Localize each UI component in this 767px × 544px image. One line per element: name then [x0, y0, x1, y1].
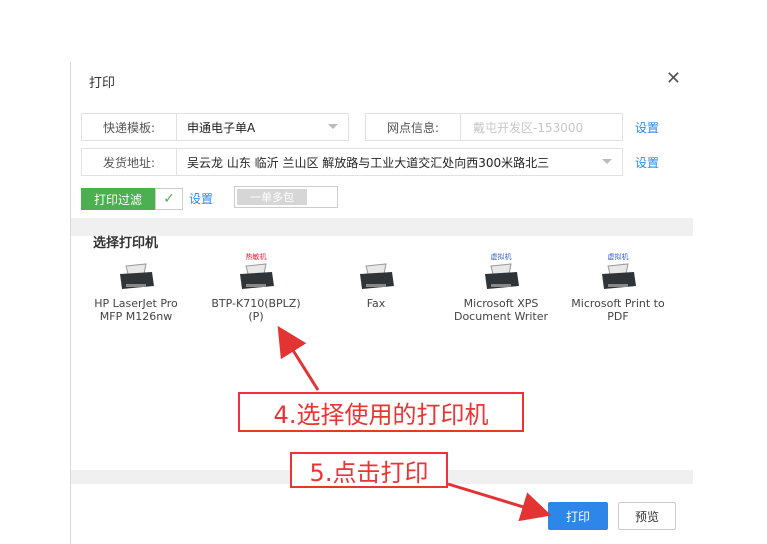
printer-item[interactable]: 虚拟机 Microsoft Print to PDF — [563, 252, 673, 323]
printer-name-line2: Document Writer — [453, 310, 549, 323]
branch-label: 网点信息: — [365, 113, 461, 141]
printer-tag — [321, 252, 431, 262]
printer-item[interactable]: HP LaserJet Pro MFP M126nw — [81, 252, 191, 323]
printer-name-line1: Microsoft Print to — [571, 297, 665, 310]
annotation-step4: 4.选择使用的打印机 — [238, 392, 524, 432]
dialog-title: 打印 — [89, 76, 116, 91]
printer-name-line2: MFP M126nw — [99, 310, 173, 323]
address-value: 吴云龙 山东 临沂 兰山区 解放路与工业大道交汇处向西300米路北三 — [187, 155, 550, 170]
printer-icon — [602, 263, 636, 289]
printer-tag: 热敏机 — [245, 253, 267, 261]
printer-icon — [240, 263, 274, 289]
print-button[interactable]: 打印 — [548, 502, 608, 530]
printer-item[interactable]: 虚拟机 Microsoft XPS Document Writer — [446, 252, 556, 323]
preview-button[interactable]: 预览 — [618, 502, 676, 530]
template-value: 申通电子单A — [187, 120, 256, 135]
printer-icon — [360, 263, 394, 289]
multi-package-toggle[interactable]: 一单多包 — [234, 186, 338, 208]
filter-settings-link[interactable]: 设置 — [189, 190, 213, 207]
address-select[interactable]: 吴云龙 山东 临沂 兰山区 解放路与工业大道交汇处向西300米路北三 — [177, 148, 623, 176]
settings-link-template[interactable]: 设置 — [635, 119, 659, 136]
printer-name-line1: Fax — [366, 297, 386, 310]
branch-input[interactable]: 戴屯开发区-153000 — [461, 113, 623, 141]
printer-tag — [81, 252, 191, 262]
printer-name-line1: BTP-K710(BPLZ) — [211, 297, 301, 310]
settings-link-address[interactable]: 设置 — [635, 154, 659, 171]
printer-list: HP LaserJet Pro MFP M126nw 热敏机 BTP-K710(… — [81, 252, 681, 352]
template-label: 快递模板: — [81, 113, 177, 141]
printer-item[interactable]: Fax — [321, 252, 431, 310]
toggle-label: 一单多包 — [237, 189, 307, 205]
address-row: 发货地址: 吴云龙 山东 临沂 兰山区 解放路与工业大道交汇处向西300米路北三… — [81, 147, 659, 177]
print-filter-button[interactable]: 打印过滤 — [81, 188, 155, 210]
check-icon[interactable]: ✓ — [155, 188, 183, 210]
printer-name-line1: HP LaserJet Pro — [94, 297, 178, 310]
printer-icon — [120, 263, 154, 289]
section-title: 选择打印机 — [93, 236, 159, 251]
annotation-step5: 5.点击打印 — [290, 452, 448, 488]
template-row: 快递模板: 申通电子单A 网点信息: 戴屯开发区-153000 设置 — [81, 112, 659, 142]
printer-name-line1: Microsoft XPS — [463, 297, 539, 310]
printer-icon — [485, 263, 519, 289]
chevron-down-icon — [328, 124, 338, 129]
section-divider — [71, 218, 693, 236]
chevron-down-icon — [602, 159, 612, 164]
template-select[interactable]: 申通电子单A — [177, 113, 349, 141]
address-label: 发货地址: — [81, 148, 177, 176]
close-icon[interactable]: ✕ — [666, 68, 681, 89]
printer-tag: 虚拟机 — [490, 253, 512, 261]
printer-tag: 虚拟机 — [607, 253, 629, 261]
printer-item[interactable]: 热敏机 BTP-K710(BPLZ) (P) — [201, 252, 311, 323]
printer-name-line2: (P) — [248, 310, 264, 323]
printer-name-line2: PDF — [607, 310, 629, 323]
